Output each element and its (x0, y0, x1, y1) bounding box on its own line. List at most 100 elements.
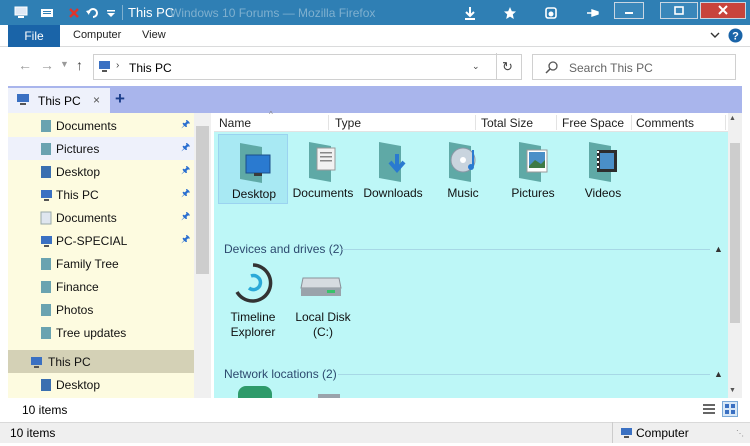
desktop-folder-icon (240, 143, 271, 183)
address-dropdown-icon[interactable]: ⌄ (472, 61, 480, 72)
address-bar[interactable]: › This PC ⌄ ↻ (93, 53, 522, 80)
nav-item-label: This PC (56, 187, 99, 202)
help-icon[interactable]: ? (728, 28, 743, 46)
nav-item-desktop[interactable]: Desktop 🖈 (8, 160, 194, 183)
pin-icon[interactable]: 🖈 (181, 163, 190, 180)
documents-icon (40, 211, 52, 225)
folder-music[interactable]: Music (428, 134, 498, 204)
disk-icon (300, 277, 342, 296)
column-separator[interactable] (556, 115, 557, 130)
group-header-devices[interactable]: Devices and drives (2) (224, 242, 343, 256)
folder-icon (40, 257, 52, 271)
ribbon-tabs: File Computer View ? (0, 25, 750, 47)
close-tab-icon[interactable]: × (93, 93, 100, 107)
column-total-size[interactable]: Total Size (481, 116, 533, 130)
expand-ribbon-icon[interactable] (709, 29, 721, 44)
details-view-icon[interactable] (702, 403, 716, 418)
undo-icon[interactable] (86, 4, 100, 21)
customize-toolbar-icon[interactable] (106, 4, 116, 21)
back-arrow-icon[interactable]: ← (18, 57, 32, 73)
desktop-icon (40, 165, 52, 179)
documents-folder-icon (309, 142, 336, 182)
pin-icon[interactable]: 🖈 (181, 232, 190, 249)
pin-icon[interactable] (586, 4, 600, 21)
desktop-icon (40, 378, 52, 392)
network-location-icon[interactable] (238, 386, 272, 398)
nav-item-documents[interactable]: Documents 🖈 (8, 114, 194, 137)
tab-file[interactable]: File (8, 25, 60, 47)
scroll-up-icon[interactable]: ▲ (729, 115, 736, 122)
column-separator[interactable] (475, 115, 476, 130)
close-button[interactable] (700, 2, 746, 19)
download-icon[interactable] (464, 4, 476, 21)
nav-item-pictures[interactable]: Pictures 🖈 (8, 137, 194, 160)
new-tab-icon[interactable]: + (115, 89, 125, 109)
recent-locations-icon[interactable]: ▼ (60, 59, 69, 69)
delete-icon[interactable] (68, 4, 80, 21)
resize-grip-icon[interactable]: ⋱ (736, 429, 744, 438)
pc-icon (98, 60, 112, 76)
tab-label: This PC (38, 94, 81, 108)
nav-item-family-tree[interactable]: Family Tree (8, 252, 194, 275)
folder-downloads[interactable]: Downloads (358, 134, 428, 204)
nav-item-pc-special[interactable]: PC-SPECIAL 🖈 (8, 229, 194, 252)
nav-scrollbar-thumb[interactable] (196, 126, 209, 274)
content-scrollbar-thumb[interactable] (730, 143, 740, 323)
pin-icon[interactable]: 🖈 (181, 209, 190, 226)
tab-view[interactable]: View (142, 29, 166, 41)
nav-item-label: Documents (56, 210, 117, 225)
pin-icon[interactable]: 🖈 (181, 186, 190, 203)
folder-documents[interactable]: Documents (288, 134, 358, 204)
app-icon[interactable] (14, 4, 30, 21)
pictures-icon (40, 142, 52, 156)
pin-icon[interactable]: 🖈 (181, 117, 190, 134)
nav-item-label: Family Tree (56, 256, 119, 271)
nav-item-label: This PC (48, 354, 91, 369)
scroll-down-icon[interactable]: ▼ (729, 387, 736, 394)
breadcrumb-chevron-icon[interactable]: › (116, 60, 119, 71)
separator (496, 53, 497, 79)
up-arrow-icon[interactable]: ↑ (76, 57, 83, 73)
column-free-space[interactable]: Free Space (562, 116, 624, 130)
nav-item-photos[interactable]: Photos (8, 298, 194, 321)
pin-icon[interactable]: 🖈 (181, 140, 190, 157)
forward-arrow-icon[interactable]: → (40, 57, 54, 73)
nav-item-finance[interactable]: Finance (8, 275, 194, 298)
folder-desktop[interactable]: Desktop (218, 134, 288, 204)
nav-item-this-pc[interactable]: This PC 🖈 (8, 183, 194, 206)
refresh-icon[interactable]: ↻ (502, 59, 513, 75)
nav-item-tree-updates[interactable]: Tree updates (8, 321, 194, 344)
drive-local-disk-c[interactable]: Local Disk (C:) (294, 260, 352, 339)
collapse-group-icon[interactable]: ▲ (714, 244, 723, 254)
bookmark-star-icon[interactable] (503, 4, 517, 21)
search-input[interactable]: Search This PC (532, 54, 736, 80)
sync-icon[interactable] (544, 4, 558, 21)
item-count: 10 items (22, 403, 68, 417)
folder-videos[interactable]: Videos (568, 134, 638, 204)
nav-item-documents-2[interactable]: Documents 🖈 (8, 206, 194, 229)
group-header-network[interactable]: Network locations (2) (224, 367, 337, 381)
properties-icon[interactable] (40, 4, 54, 21)
folder-pictures[interactable]: Pictures (498, 134, 568, 204)
item-count-bottom: 10 items (10, 426, 56, 440)
column-comments[interactable]: Comments (636, 116, 694, 130)
folder-icon (40, 280, 52, 294)
group-divider (342, 249, 710, 250)
nav-section-this-pc[interactable]: This PC (8, 350, 194, 373)
computer-icon (620, 427, 634, 442)
column-name[interactable]: Name (219, 116, 251, 130)
collapse-group-icon[interactable]: ▲ (714, 369, 723, 379)
column-separator[interactable] (725, 115, 726, 130)
tab-computer[interactable]: Computer (73, 29, 121, 41)
breadcrumb-this-pc[interactable]: This PC (129, 61, 172, 75)
column-separator[interactable] (328, 115, 329, 130)
network-location-icon[interactable] (318, 394, 340, 398)
drive-timeline-explorer[interactable]: Timeline Explorer (226, 260, 280, 339)
column-type[interactable]: Type (335, 116, 361, 130)
maximize-button[interactable] (660, 2, 698, 19)
nav-item-desktop-2[interactable]: Desktop (8, 373, 194, 396)
tab-this-pc[interactable]: This PC × (8, 88, 110, 113)
minimize-button[interactable] (614, 2, 644, 19)
column-separator[interactable] (631, 115, 632, 130)
large-icons-view-icon[interactable] (722, 401, 738, 417)
